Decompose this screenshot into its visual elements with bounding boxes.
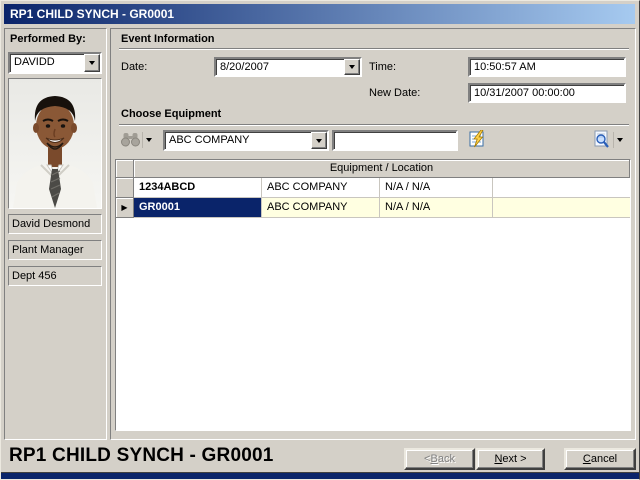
company-cell[interactable]: ABC COMPANY bbox=[262, 198, 380, 218]
equipment-filter-input[interactable] bbox=[332, 130, 458, 151]
date-combobox[interactable]: 8/20/2007 bbox=[214, 57, 362, 77]
employee-photo bbox=[8, 78, 102, 209]
dialog-window: RP1 CHILD SYNCH - GR0001 Performed By: D… bbox=[0, 0, 640, 480]
date-value: 8/20/2007 bbox=[220, 61, 269, 73]
performed-by-combobox[interactable]: DAVIDD bbox=[8, 52, 102, 74]
next-button[interactable]: Next > bbox=[476, 448, 545, 470]
employee-name-field: David Desmond bbox=[8, 214, 102, 234]
grid-header-row: Equipment / Location bbox=[116, 160, 630, 178]
employee-title-field: Plant Manager bbox=[8, 240, 102, 260]
date-dropdown-button[interactable] bbox=[344, 59, 360, 75]
performed-by-dropdown-button[interactable] bbox=[84, 54, 100, 72]
grid-header-cell[interactable]: Equipment / Location bbox=[134, 160, 630, 178]
binoculars-icon[interactable] bbox=[120, 132, 141, 147]
chevron-down-icon bbox=[146, 138, 152, 142]
window-title: RP1 CHILD SYNCH - GR0001 bbox=[10, 7, 175, 21]
equipment-id-cell[interactable]: 1234ABCD bbox=[134, 178, 262, 198]
company-cell[interactable]: ABC COMPANY bbox=[262, 178, 380, 198]
window-bottom-strip bbox=[1, 472, 639, 479]
chevron-down-icon bbox=[349, 65, 355, 69]
title-bar: RP1 CHILD SYNCH - GR0001 bbox=[4, 4, 635, 24]
choose-equipment-header: Choose Equipment bbox=[121, 108, 222, 120]
time-label: Time: bbox=[369, 61, 397, 73]
chevron-down-icon bbox=[89, 61, 95, 65]
empty-cell[interactable] bbox=[493, 178, 630, 198]
table-row-selected[interactable]: ▶ GR0001 ABC COMPANY N/A / N/A bbox=[116, 198, 630, 218]
location-cell[interactable]: N/A / N/A bbox=[380, 178, 493, 198]
current-row-pointer-icon: ▶ bbox=[121, 202, 128, 212]
employee-portrait-illustration bbox=[9, 79, 101, 208]
cancel-button[interactable]: Cancel bbox=[564, 448, 636, 470]
preview-dropdown-button[interactable] bbox=[613, 132, 626, 148]
company-dropdown-button[interactable] bbox=[311, 132, 327, 149]
equipment-id-cell[interactable]: GR0001 bbox=[134, 198, 262, 218]
event-information-header: Event Information bbox=[121, 33, 215, 45]
employee-dept-field: Dept 456 bbox=[8, 266, 102, 286]
company-combobox[interactable]: ABC COMPANY bbox=[163, 130, 329, 151]
chevron-down-icon bbox=[617, 138, 623, 142]
find-dropdown-button[interactable] bbox=[142, 132, 155, 148]
company-value: ABC COMPANY bbox=[169, 134, 250, 146]
back-button[interactable]: < Back bbox=[404, 448, 475, 470]
performed-by-label: Performed By: bbox=[10, 33, 86, 45]
performed-by-value: DAVIDD bbox=[14, 56, 55, 68]
wizard-step-title: RP1 CHILD SYNCH - GR0001 bbox=[9, 445, 274, 466]
grid-corner-cell bbox=[116, 160, 134, 178]
empty-cell[interactable] bbox=[493, 198, 630, 218]
choose-equipment-divider bbox=[119, 124, 629, 126]
chevron-down-icon bbox=[316, 138, 322, 143]
search-document-icon[interactable] bbox=[593, 130, 611, 149]
edit-list-icon[interactable] bbox=[469, 130, 486, 148]
row-selector-cell[interactable] bbox=[116, 178, 134, 198]
row-selector-cell[interactable]: ▶ bbox=[116, 198, 134, 218]
date-label: Date: bbox=[121, 61, 148, 73]
equipment-grid: Equipment / Location 1234ABCD ABC COMPAN… bbox=[115, 159, 631, 431]
event-information-divider bbox=[119, 48, 629, 50]
time-field[interactable]: 10:50:57 AM bbox=[468, 57, 626, 77]
table-row[interactable]: 1234ABCD ABC COMPANY N/A / N/A bbox=[116, 178, 630, 198]
new-date-field[interactable]: 10/31/2007 00:00:00 bbox=[468, 83, 626, 103]
location-cell[interactable]: N/A / N/A bbox=[380, 198, 493, 218]
new-date-label: New Date: bbox=[369, 87, 421, 99]
